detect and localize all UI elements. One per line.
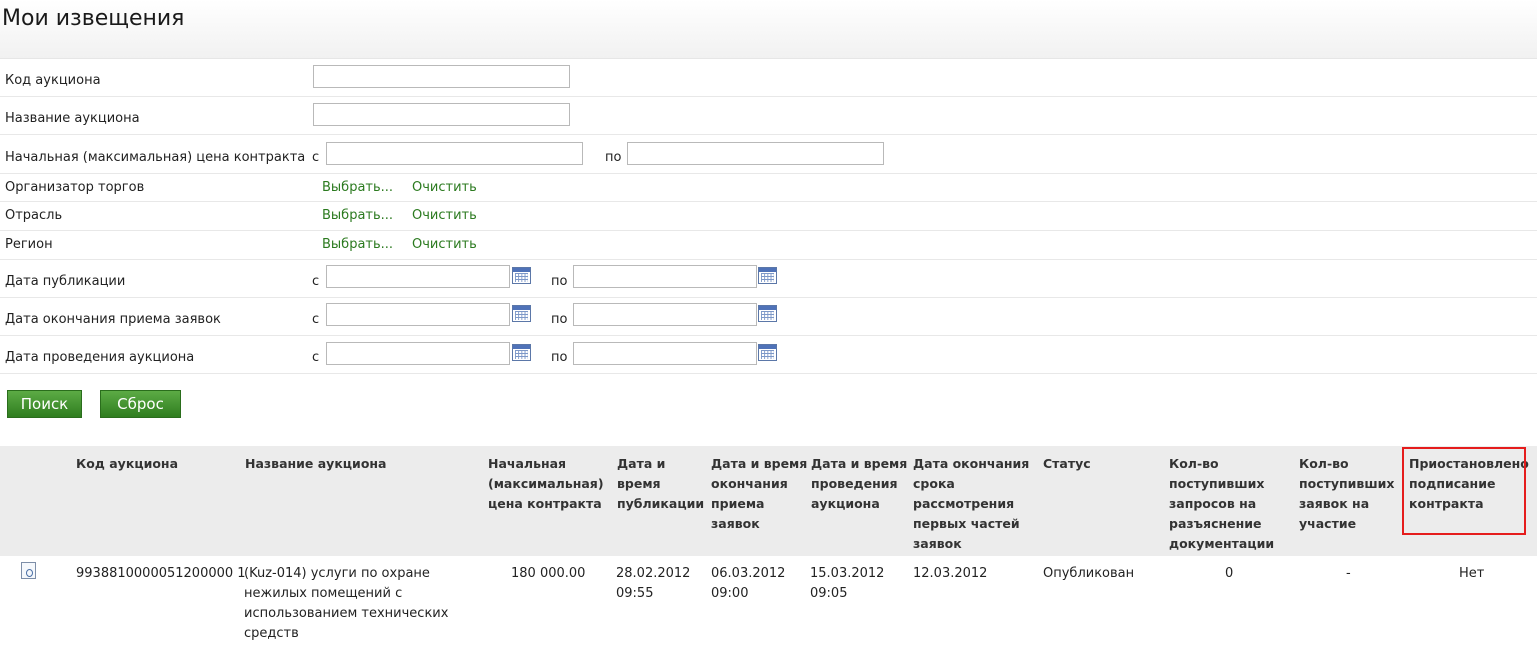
pub-date-label: Дата публикации [5, 274, 126, 289]
price-label: Начальная (максимальная) цена контракта [5, 150, 306, 165]
app-end-to-label: по [551, 312, 568, 327]
price-from-input[interactable] [326, 142, 583, 165]
auction-name-input[interactable] [313, 103, 570, 126]
filter-row-region: Регион Выбрать... Очистить [0, 231, 1537, 260]
pub-date-to-input[interactable] [573, 265, 757, 288]
calendar-icon[interactable] [758, 344, 777, 361]
col-header-status: Статус [1043, 456, 1091, 471]
calendar-icon[interactable] [512, 267, 531, 284]
cell-status: Опубликован [1043, 566, 1135, 581]
col-header-app-end: Дата и время окончания приема заявок [711, 456, 808, 531]
cell-suspended: Нет [1459, 566, 1485, 581]
cell-name[interactable]: (Kuz-014) услуги по охране нежилых помеще… [244, 564, 448, 644]
table-row: 9938810000051200000 1 (Kuz-014) услуги п… [0, 556, 1537, 645]
auction-date-to-label: по [551, 350, 568, 365]
auction-date-to-input[interactable] [573, 342, 757, 365]
app-end-to-input[interactable] [573, 303, 757, 326]
cell-auction-date: 15.03.2012 09:05 [810, 566, 885, 601]
region-choose-link[interactable]: Выбрать... [322, 237, 393, 252]
results-table-header: Код аукциона Название аукциона Начальная… [0, 446, 1537, 556]
app-end-date-label: Дата окончания приема заявок [5, 312, 221, 327]
page-title: Мои извещения [2, 6, 185, 31]
price-from-label: с [312, 150, 320, 165]
organizer-clear-link[interactable]: Очистить [412, 180, 477, 195]
industry-label: Отрасль [5, 208, 63, 223]
filter-row-organizer: Организатор торгов Выбрать... Очистить [0, 174, 1537, 202]
col-header-code: Код аукциона [76, 456, 179, 471]
filter-row-industry: Отрасль Выбрать... Очистить [0, 202, 1537, 231]
auction-date-label: Дата проведения аукциона [5, 350, 195, 365]
col-header-auction-date: Дата и время проведения аукциона [811, 456, 908, 511]
cell-code: 9938810000051200000 1 [76, 566, 246, 581]
cell-requests: 0 [1225, 566, 1234, 581]
auction-code-label: Код аукциона [5, 73, 101, 88]
reset-button[interactable]: Сброс [100, 390, 181, 418]
pub-date-to-label: по [551, 274, 568, 289]
cell-applications: - [1346, 566, 1351, 581]
organizer-choose-link[interactable]: Выбрать... [322, 180, 393, 195]
col-header-applications: Кол-во поступивших заявок на участие [1299, 456, 1395, 531]
organizer-label: Организатор торгов [5, 180, 145, 195]
search-button[interactable]: Поиск [7, 390, 82, 418]
price-to-label: по [605, 150, 622, 165]
cell-app-end: 06.03.2012 09:00 [711, 566, 786, 601]
region-clear-link[interactable]: Очистить [412, 237, 477, 252]
col-header-price: Начальная (максимальная) цена контракта [488, 456, 604, 511]
filter-row-pub-date: Дата публикации с по [0, 260, 1537, 298]
auction-name-label: Название аукциона [5, 111, 140, 126]
cell-review-end: 12.03.2012 [913, 566, 988, 581]
col-header-requests: Кол-во поступивших запросов на разъяснение д… [1169, 456, 1275, 551]
app-end-from-label: с [312, 312, 320, 327]
cell-pub-date: 28.02.2012 09:55 [616, 566, 691, 601]
col-header-review-end: Дата окончания срока рассмотрения первых ча… [913, 456, 1030, 551]
filter-row-auction-code: Код аукциона [0, 59, 1537, 97]
industry-clear-link[interactable]: Очистить [412, 208, 477, 223]
industry-choose-link[interactable]: Выбрать... [322, 208, 393, 223]
filter-row-app-end-date: Дата окончания приема заявок с по [0, 298, 1537, 336]
region-label: Регион [5, 237, 53, 252]
app-end-from-input[interactable] [326, 303, 510, 326]
calendar-icon[interactable] [758, 305, 777, 322]
cell-price: 180 000.00 [511, 566, 586, 581]
auction-date-from-input[interactable] [326, 342, 510, 365]
auction-date-from-label: с [312, 350, 320, 365]
pub-date-from-label: с [312, 274, 320, 289]
filter-row-auction-date: Дата проведения аукциона с по [0, 336, 1537, 374]
filter-row-price: Начальная (максимальная) цена контракта … [0, 135, 1537, 174]
filter-row-auction-name: Название аукциона [0, 97, 1537, 135]
col-header-pub-date: Дата и время публикации [617, 456, 705, 511]
calendar-icon[interactable] [512, 305, 531, 322]
pub-date-from-input[interactable] [326, 265, 510, 288]
page-header: Мои извещения [0, 0, 1537, 59]
calendar-icon[interactable] [758, 267, 777, 284]
auction-code-input[interactable] [313, 65, 570, 88]
col-header-name: Название аукциона [245, 456, 387, 471]
calendar-icon[interactable] [512, 344, 531, 361]
price-to-input[interactable] [627, 142, 884, 165]
highlight-box [1402, 447, 1526, 535]
document-icon[interactable] [21, 562, 36, 579]
